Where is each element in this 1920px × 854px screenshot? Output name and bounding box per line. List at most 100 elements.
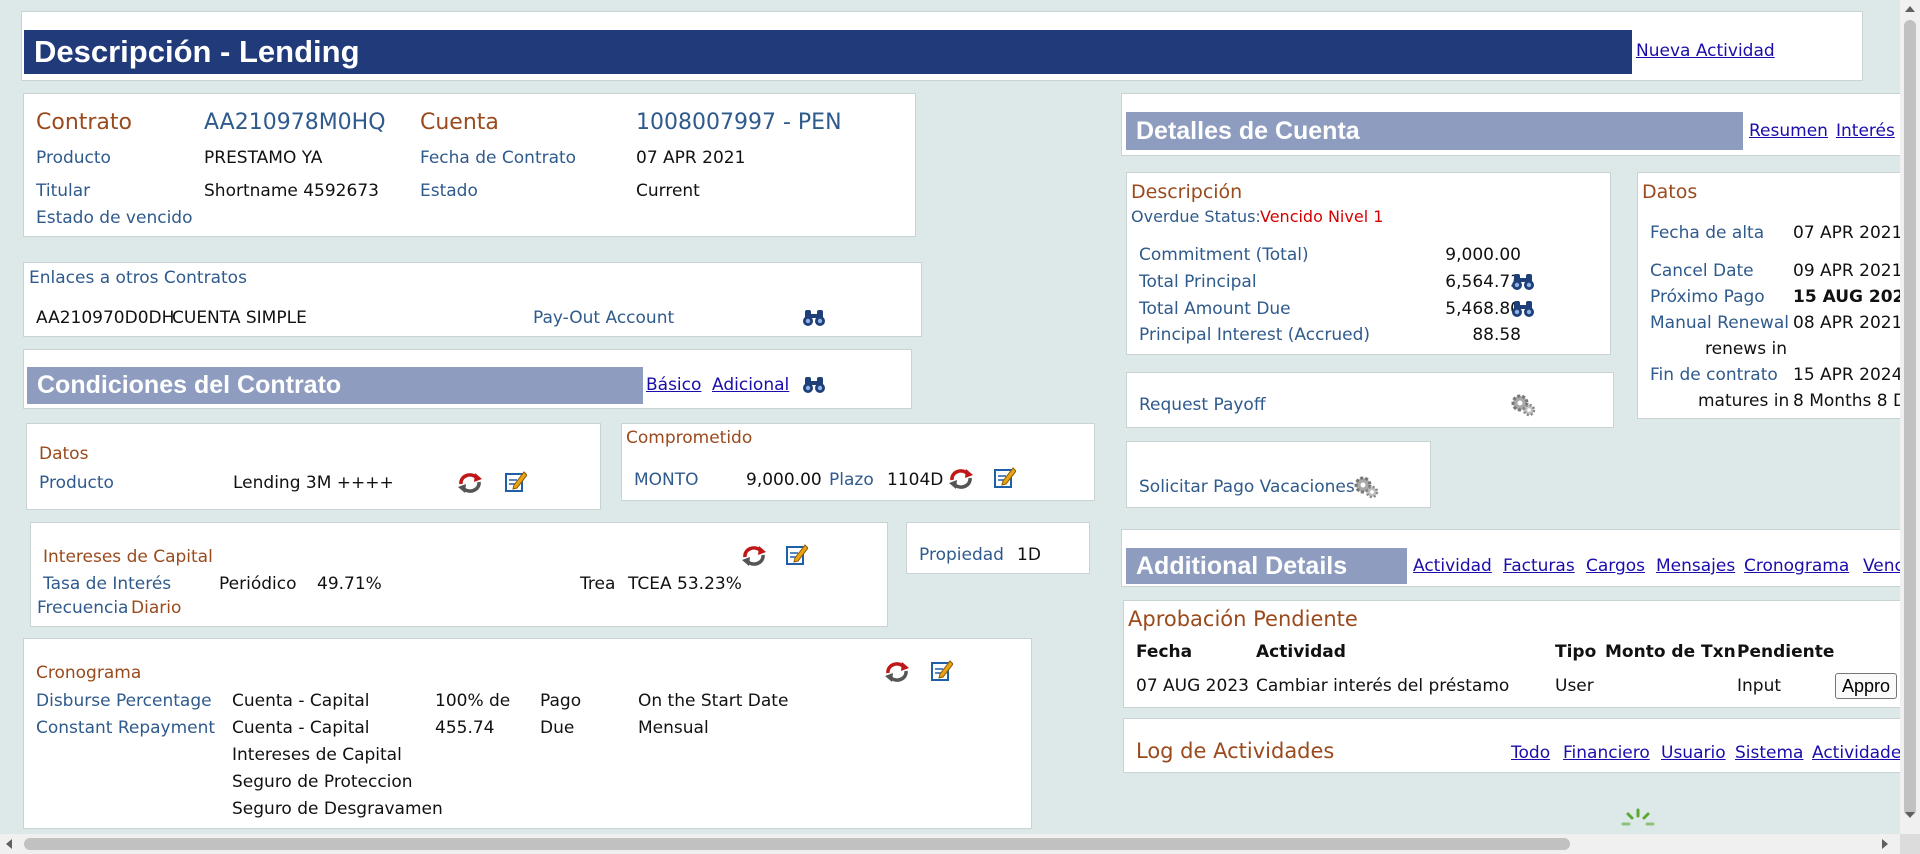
edit-icon[interactable] bbox=[786, 543, 808, 565]
row-fecha: 07 AUG 2023 bbox=[1136, 676, 1249, 696]
tab-resumen[interactable]: Resumen bbox=[1749, 121, 1828, 141]
binoculars-icon[interactable] bbox=[1511, 299, 1535, 319]
edit-icon[interactable] bbox=[931, 659, 953, 681]
binoculars-icon[interactable] bbox=[802, 375, 826, 395]
estado-label: Estado bbox=[420, 181, 478, 201]
trea-value: TCEA 53.23% bbox=[628, 574, 742, 594]
disburse-percentage-label: Disburse Percentage bbox=[36, 691, 212, 711]
tab-todo[interactable]: Todo bbox=[1511, 743, 1550, 763]
estado-vencido-label: Estado de vencido bbox=[36, 208, 193, 228]
comprometido-panel: Comprometido MONTO 9,000.00 Plazo 1104D bbox=[621, 423, 1095, 501]
cronograma-title: Cronograma bbox=[36, 663, 142, 683]
edit-icon[interactable] bbox=[994, 466, 1016, 488]
aprobacion-panel: Aprobación Pendiente Fecha Actividad Tip… bbox=[1123, 600, 1901, 708]
datos-title: Datos bbox=[39, 444, 89, 464]
tab-basico[interactable]: Básico bbox=[646, 375, 701, 395]
col-pendiente-header: Pendiente bbox=[1737, 642, 1835, 662]
constant-repayment-label: Constant Repayment bbox=[36, 718, 216, 738]
contract-summary-panel: Contrato AA210978M0HQ Cuenta 1008007997 … bbox=[23, 93, 916, 237]
edit-icon[interactable] bbox=[505, 470, 527, 492]
intereses-title: Intereses de Capital bbox=[43, 547, 213, 567]
account-details-title: Detalles de Cuenta bbox=[1126, 112, 1743, 150]
commitment-total-value: 9,000.00 bbox=[1445, 245, 1521, 265]
periodico-label: Periódico bbox=[219, 574, 297, 594]
repayment-type: Due bbox=[540, 718, 575, 738]
renews-in-label: renews in bbox=[1705, 339, 1787, 359]
frecuencia-value: Diario bbox=[131, 598, 182, 618]
producto-label: Producto bbox=[36, 148, 111, 168]
fin-contrato-value: 15 APR 2024 bbox=[1793, 365, 1903, 385]
producto-value: PRESTAMO YA bbox=[204, 148, 323, 168]
tab-usuario[interactable]: Usuario bbox=[1661, 743, 1726, 763]
row-actividad: Cambiar interés del préstamo bbox=[1256, 676, 1510, 696]
schedule-item: Intereses de Capital bbox=[232, 745, 402, 765]
col-monto-header: Monto de Txn bbox=[1605, 642, 1736, 662]
page-title: Descripción - Lending bbox=[24, 30, 1632, 74]
tab-mensajes[interactable]: Mensajes bbox=[1656, 556, 1735, 576]
payout-account-label: Pay-Out Account bbox=[533, 308, 675, 328]
horizontal-scrollbar[interactable] bbox=[0, 834, 1900, 854]
linked-contracts-title: Enlaces a otros Contratos bbox=[29, 268, 247, 288]
request-payoff-label: Request Payoff bbox=[1139, 395, 1266, 415]
binoculars-icon[interactable] bbox=[802, 308, 826, 328]
row-pendiente: Input bbox=[1737, 676, 1782, 696]
gears-icon[interactable] bbox=[1510, 393, 1536, 417]
plazo-label: Plazo bbox=[829, 470, 874, 490]
disburse-type: Pago bbox=[540, 691, 582, 711]
trea-label: Trea bbox=[580, 574, 616, 594]
total-amount-due-label: Total Amount Due bbox=[1139, 299, 1291, 319]
header-panel: Descripción - Lending Nueva Actividad bbox=[21, 11, 1863, 81]
account-details-panel: Detalles de Cuenta Resumen Interés bbox=[1121, 93, 1901, 156]
matures-in-label: matures in bbox=[1698, 391, 1790, 411]
tab-adicional[interactable]: Adicional bbox=[712, 375, 789, 395]
tab-interes[interactable]: Interés bbox=[1836, 121, 1895, 141]
monto-label: MONTO bbox=[634, 470, 699, 490]
tab-sistema[interactable]: Sistema bbox=[1735, 743, 1803, 763]
tab-facturas[interactable]: Facturas bbox=[1503, 556, 1575, 576]
proximo-pago-label: Próximo Pago bbox=[1650, 287, 1765, 307]
intereses-panel: Intereses de Capital Tasa de Interés Per… bbox=[30, 522, 888, 627]
approve-button[interactable]: Appro bbox=[1835, 673, 1898, 699]
scroll-left-arrow[interactable] bbox=[6, 839, 12, 849]
disburse-amount: 100% de bbox=[435, 691, 511, 711]
tab-actividades[interactable]: Actividade bbox=[1812, 743, 1901, 763]
principal-interest-value: 88.58 bbox=[1472, 325, 1521, 345]
descripcion-panel: Descripción Overdue Status: Vencido Nive… bbox=[1126, 172, 1611, 355]
schedule-item: Seguro de Proteccion bbox=[232, 772, 413, 792]
solicitar-vacaciones-panel: Solicitar Pago Vacaciones bbox=[1126, 441, 1431, 508]
tab-cronograma[interactable]: Cronograma bbox=[1744, 556, 1849, 576]
contrato-label: Contrato bbox=[36, 110, 133, 135]
tab-financiero[interactable]: Financiero bbox=[1563, 743, 1650, 763]
refresh-icon[interactable] bbox=[741, 545, 767, 567]
principal-interest-label: Principal Interest (Accrued) bbox=[1139, 325, 1371, 345]
cancel-date-value: 09 APR 2021 bbox=[1793, 261, 1903, 281]
scrollbar-corner bbox=[1900, 834, 1920, 854]
tab-actividad[interactable]: Actividad bbox=[1413, 556, 1492, 576]
refresh-icon[interactable] bbox=[884, 661, 910, 683]
manual-renewal-label: Manual Renewal bbox=[1650, 313, 1789, 333]
refresh-icon[interactable] bbox=[948, 468, 974, 490]
horizontal-scroll-thumb[interactable] bbox=[24, 838, 1570, 850]
additional-details-title: Additional Details bbox=[1126, 548, 1407, 584]
repayment-account: Cuenta - Capital bbox=[232, 718, 370, 738]
tab-vencimientos[interactable]: Venc bbox=[1863, 556, 1904, 576]
datos-right-title: Datos bbox=[1642, 181, 1698, 203]
log-title: Log de Actividades bbox=[1136, 739, 1335, 763]
new-activity-link[interactable]: Nueva Actividad bbox=[1636, 41, 1775, 61]
descripcion-title: Descripción bbox=[1131, 181, 1243, 203]
fecha-contrato-label: Fecha de Contrato bbox=[420, 148, 577, 168]
refresh-icon[interactable] bbox=[457, 472, 483, 494]
gears-icon[interactable] bbox=[1353, 475, 1379, 499]
scroll-up-arrow[interactable] bbox=[1905, 6, 1915, 12]
scroll-down-arrow[interactable] bbox=[1905, 812, 1915, 818]
tab-cargos[interactable]: Cargos bbox=[1586, 556, 1645, 576]
repayment-frequency: Mensual bbox=[638, 718, 709, 738]
schedule-item: Seguro de Desgravamen bbox=[232, 799, 443, 819]
vertical-scrollbar[interactable] bbox=[1900, 0, 1920, 834]
scroll-right-arrow[interactable] bbox=[1882, 839, 1888, 849]
aprobacion-title: Aprobación Pendiente bbox=[1128, 607, 1358, 631]
solicitar-vacaciones-label: Solicitar Pago Vacaciones bbox=[1139, 477, 1355, 497]
cuenta-label: Cuenta bbox=[420, 110, 499, 135]
vertical-scroll-thumb[interactable] bbox=[1904, 20, 1916, 816]
binoculars-icon[interactable] bbox=[1511, 272, 1535, 292]
